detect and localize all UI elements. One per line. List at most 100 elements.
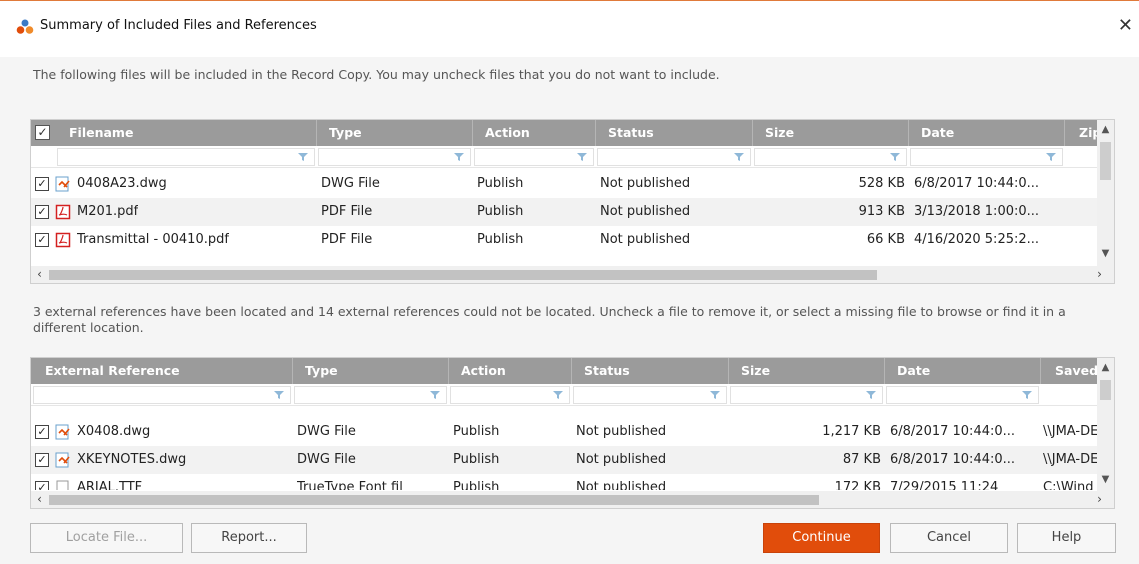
filter-status[interactable]: [597, 148, 751, 166]
row-size: 66 KB: [866, 232, 905, 247]
column-header-external-reference[interactable]: External Reference: [31, 358, 293, 384]
filter-date[interactable]: [886, 386, 1039, 404]
table-row[interactable]: ✓ 0408A23.dwg DWG File Publish Not publi…: [31, 170, 1099, 198]
filter-icon: [274, 391, 284, 399]
column-header-type[interactable]: Type: [317, 120, 473, 146]
column-header-size[interactable]: Size: [729, 358, 885, 384]
row-status: Not published: [600, 204, 691, 219]
row-date: 6/8/2017 10:44:0...: [890, 452, 1016, 467]
title-bar: Summary of Included Files and References…: [0, 1, 1139, 57]
row-date: 7/29/2015 11:24: [890, 480, 999, 490]
scroll-left-icon[interactable]: ‹: [31, 266, 48, 283]
table-row[interactable]: ✓ Transmittal - 00410.pdf PDF File Publi…: [31, 226, 1099, 254]
row-saved-path: C:\Wind: [1043, 480, 1094, 490]
scroll-thumb[interactable]: [1100, 142, 1111, 180]
row-checkbox[interactable]: ✓: [35, 205, 49, 219]
scroll-thumb[interactable]: [49, 270, 877, 280]
files-horizontal-scrollbar[interactable]: ‹ ›: [31, 266, 1114, 283]
continue-button[interactable]: Continue: [763, 523, 880, 553]
filter-type[interactable]: [318, 148, 471, 166]
column-header-action[interactable]: Action: [473, 120, 596, 146]
scroll-right-icon[interactable]: ›: [1091, 491, 1108, 508]
filter-action[interactable]: [450, 386, 570, 404]
row-status: Not published: [576, 452, 667, 467]
row-checkbox[interactable]: ✓: [35, 453, 49, 467]
row-type: DWG File: [321, 176, 380, 191]
row-checkbox[interactable]: ✓: [35, 233, 49, 247]
references-horizontal-scrollbar[interactable]: ‹ ›: [31, 491, 1114, 508]
scroll-thumb[interactable]: [49, 495, 819, 505]
scroll-thumb[interactable]: [1100, 380, 1111, 400]
row-size: 528 KB: [858, 176, 905, 191]
summary-dialog: Summary of Included Files and References…: [0, 0, 1139, 564]
intro-text: The following files will be included in …: [33, 67, 720, 82]
files-filter-row: [31, 146, 1099, 168]
column-header-date[interactable]: Date: [885, 358, 1041, 384]
filter-external-reference[interactable]: [33, 386, 291, 404]
scroll-up-icon[interactable]: ▲: [1097, 362, 1114, 373]
scroll-right-icon[interactable]: ›: [1091, 266, 1108, 283]
row-type: DWG File: [297, 424, 356, 439]
row-checkbox[interactable]: ✓: [35, 481, 49, 490]
column-header-date[interactable]: Date: [909, 120, 1065, 146]
row-status: Not published: [576, 424, 667, 439]
column-header-status[interactable]: Status: [572, 358, 729, 384]
filter-action[interactable]: [474, 148, 594, 166]
row-checkbox[interactable]: ✓: [35, 177, 49, 191]
filter-icon: [1046, 153, 1056, 161]
table-row[interactable]: ✓ M201.pdf PDF File Publish Not publishe…: [31, 198, 1099, 226]
table-row[interactable]: ✓ ARIAL.TTF TrueType Font fil Publish No…: [31, 474, 1099, 490]
row-filename: ARIAL.TTF: [77, 480, 143, 490]
scroll-up-icon[interactable]: ▲: [1097, 124, 1114, 135]
pdf-file-icon: [55, 232, 71, 248]
filter-status[interactable]: [573, 386, 727, 404]
filter-date[interactable]: [910, 148, 1063, 166]
row-saved-path: \\JMA-DE: [1043, 424, 1099, 439]
locate-file-button[interactable]: Locate File...: [30, 523, 183, 553]
row-action: Publish: [453, 480, 500, 490]
scroll-down-icon[interactable]: ▼: [1097, 248, 1114, 259]
row-size: 913 KB: [858, 204, 905, 219]
row-type: DWG File: [297, 452, 356, 467]
row-checkbox[interactable]: ✓: [35, 425, 49, 439]
file-icon: [56, 480, 69, 490]
row-filename: M201.pdf: [77, 204, 139, 219]
references-filter-row: [31, 384, 1099, 406]
dialog-title: Summary of Included Files and References: [40, 18, 317, 33]
select-all-checkbox[interactable]: ✓: [35, 125, 50, 140]
filter-size[interactable]: [730, 386, 883, 404]
column-header-status[interactable]: Status: [596, 120, 753, 146]
row-action: Publish: [453, 452, 500, 467]
row-date: 6/8/2017 10:44:0...: [890, 424, 1016, 439]
filter-size[interactable]: [754, 148, 907, 166]
cancel-button[interactable]: Cancel: [890, 523, 1008, 553]
filter-icon: [866, 391, 876, 399]
scroll-down-icon[interactable]: ▼: [1097, 474, 1114, 485]
column-header-size[interactable]: Size: [753, 120, 909, 146]
dwg-file-icon: [55, 424, 70, 440]
column-header-type[interactable]: Type: [293, 358, 449, 384]
references-vertical-scrollbar[interactable]: ▲ ▼: [1097, 358, 1114, 491]
row-filename: XKEYNOTES.dwg: [77, 452, 187, 467]
filter-type[interactable]: [294, 386, 447, 404]
close-icon[interactable]: ✕: [1118, 15, 1133, 36]
filter-filename[interactable]: [57, 148, 315, 166]
row-filename: Transmittal - 00410.pdf: [77, 232, 229, 247]
row-type: PDF File: [321, 204, 373, 219]
help-button[interactable]: Help: [1017, 523, 1116, 553]
column-header-filename[interactable]: ✓ Filename: [31, 120, 317, 146]
files-vertical-scrollbar[interactable]: ▲ ▼: [1097, 120, 1114, 266]
dialog-body: The following files will be included in …: [0, 57, 1139, 564]
scroll-left-icon[interactable]: ‹: [31, 491, 48, 508]
references-grid-header: External Reference Type Action Status Si…: [31, 358, 1112, 384]
filter-icon: [1022, 391, 1032, 399]
table-row[interactable]: ✓ XKEYNOTES.dwg DWG File Publish Not pub…: [31, 446, 1099, 474]
row-status: Not published: [600, 232, 691, 247]
table-row[interactable]: ✓ X0408.dwg DWG File Publish Not publish…: [31, 418, 1099, 446]
column-header-action[interactable]: Action: [449, 358, 572, 384]
files-grid: ✓ Filename Type Action Status Size Date …: [30, 119, 1115, 284]
filter-icon: [734, 153, 744, 161]
references-grid: External Reference Type Action Status Si…: [30, 357, 1115, 509]
report-button[interactable]: Report...: [191, 523, 307, 553]
row-status: Not published: [600, 176, 691, 191]
